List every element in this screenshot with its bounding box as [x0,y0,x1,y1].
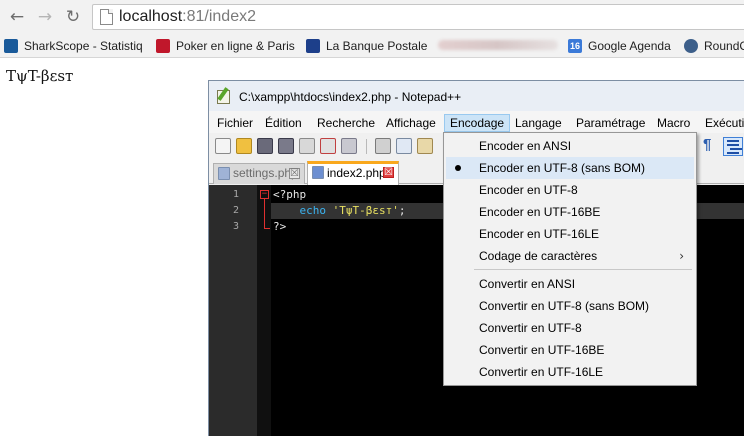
tab-settings-php[interactable]: settings.php ☒ [213,163,305,184]
menu-separator [474,269,692,270]
menu-codage-caracteres[interactable]: Codage de caractères › [446,245,694,267]
menu-encoder-utf8[interactable]: Encoder en UTF-8 [446,179,694,201]
line-number: 3 [232,221,239,232]
window-title: C:\xampp\htdocs\index2.php - Notepad++ [239,90,462,104]
tab-index2-php[interactable]: index2.php ☒ [307,161,399,185]
bookmarks-bar: SharkScope - Statistiq Poker en ligne & … [0,34,744,58]
blurred-bookmark [438,40,558,50]
menu-bar: Fichier Édition Recherche Affichage Enco… [209,111,744,133]
tab-label: index2.php [327,166,386,180]
roundcube-icon [684,39,698,53]
selected-bullet-icon [455,165,461,171]
echo-keyword: echo [299,204,327,217]
save-all-icon[interactable] [278,138,294,154]
menu-convertir-ansi[interactable]: Convertir en ANSI [446,273,694,295]
menu-edition[interactable]: Édition [259,114,308,132]
file-icon [218,167,230,180]
bookmark-roundcube[interactable]: RoundC [684,37,744,55]
line-number: 1 [232,189,239,200]
close-tab-icon[interactable]: ☒ [383,167,394,178]
line-number-gutter: 1 2 3 [209,185,257,436]
fold-line [264,199,265,229]
code-line-1[interactable]: <?php [273,187,306,203]
show-all-characters-icon[interactable]: ¶ [703,136,711,153]
close-tab-icon[interactable]: ☒ [289,168,300,179]
print-icon[interactable] [341,138,357,154]
menu-encoder-utf8-sans-bom[interactable]: Encoder en UTF-8 (sans BOM) [446,157,694,179]
semicolon: ; [398,204,406,217]
menu-recherche[interactable]: Recherche [311,114,381,132]
banque-postale-icon [306,39,320,53]
php-close-tag: ?> [273,220,287,233]
winamax-icon [156,39,170,53]
url-port-path: :81/index2 [182,8,256,25]
paste-icon[interactable] [417,138,433,154]
menu-langage[interactable]: Langage [509,114,568,132]
save-icon[interactable] [257,138,273,154]
sharkscope-icon [4,39,18,53]
menu-encoder-ansi[interactable]: Encoder en ANSI [446,135,694,157]
bookmark-banque-postale[interactable]: La Banque Postale [306,37,427,55]
address-url[interactable]: localhost:81/index2 [119,8,256,26]
menu-affichage[interactable]: Affichage [380,114,442,132]
menu-macro[interactable]: Macro [651,114,696,132]
copy-icon[interactable] [396,138,412,154]
menu-execution[interactable]: Exécutio [699,114,744,132]
window-titlebar[interactable]: C:\xampp\htdocs\index2.php - Notepad++ [209,81,744,111]
bookmark-poker[interactable]: Poker en ligne & Paris [156,37,295,55]
bookmark-label: Poker en ligne & Paris [176,39,295,53]
menu-convertir-utf8-sans-bom[interactable]: Convertir en UTF-8 (sans BOM) [446,295,694,317]
address-bar[interactable]: localhost:81/index2 [92,4,744,30]
menu-fichier[interactable]: Fichier [211,114,259,132]
forward-arrow-icon[interactable]: → [34,6,56,28]
open-file-icon[interactable] [236,138,252,154]
indent-guide-icon[interactable] [723,137,743,156]
toolbar-separator [366,139,367,154]
bookmark-google-agenda[interactable]: 16 Google Agenda [568,37,671,55]
file-icon [312,166,324,179]
code-line-3[interactable]: ?> [273,219,286,235]
line-number: 2 [232,205,239,216]
page-icon [100,9,113,25]
menu-encodage[interactable]: Encodage [444,114,511,132]
menu-encoder-utf16le[interactable]: Encoder en UTF-16LE [446,223,694,245]
menu-convertir-utf16le[interactable]: Convertir en UTF-16LE [446,361,694,383]
menu-convertir-utf8[interactable]: Convertir en UTF-8 [446,317,694,339]
menu-encoder-utf16be[interactable]: Encoder en UTF-16BE [446,201,694,223]
browser-toolbar: ← → ↻ localhost:81/index2 [0,0,744,34]
bookmark-label: Google Agenda [588,39,671,53]
cut-icon[interactable] [375,138,391,154]
url-host: localhost [119,8,183,25]
fold-collapse-icon[interactable]: − [260,190,269,199]
google-calendar-icon: 16 [568,39,582,53]
close-file-icon[interactable] [299,138,315,154]
menu-convertir-utf16be[interactable]: Convertir en UTF-16BE [446,339,694,361]
back-arrow-icon[interactable]: ← [6,6,28,28]
bookmark-label: RoundC [704,39,744,53]
bookmark-sharkscope[interactable]: SharkScope - Statistiq [4,37,143,55]
notepadpp-app-icon [217,90,230,104]
string-literal: 'TψT-βεsт' [332,204,399,217]
php-open-tag: <?php [273,188,307,201]
bookmark-label: La Banque Postale [326,39,428,53]
menu-parametrage[interactable]: Paramétrage [570,114,651,132]
bookmark-label: SharkScope - Statistiq [24,39,143,53]
encoding-dropdown-menu: Encoder en ANSI Encoder en UTF-8 (sans B… [443,132,697,386]
submenu-arrow-icon: › [679,249,684,263]
reload-icon[interactable]: ↻ [62,6,84,28]
page-output-text: TψT-βεsт [6,67,74,85]
close-all-icon[interactable] [320,138,336,154]
tab-label: settings.php [233,166,298,180]
new-file-icon[interactable] [215,138,231,154]
fold-end [264,228,270,229]
